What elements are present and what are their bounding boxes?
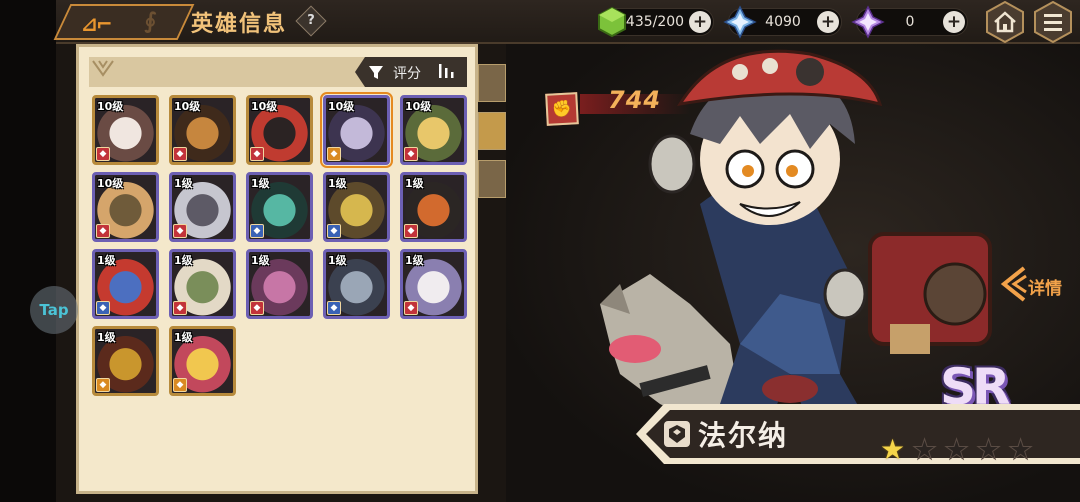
class-icon: ◆ — [404, 301, 418, 315]
hero-level: 10级 — [251, 100, 278, 113]
home-icon — [986, 0, 1024, 44]
resource-premium: 0 + — [851, 5, 968, 39]
class-icon: ◆ — [173, 147, 187, 161]
hero-level: 1级 — [251, 254, 270, 267]
menu-icon — [1034, 0, 1072, 44]
hero-card[interactable]: 10级 ◆ — [92, 95, 159, 165]
add-premium-button[interactable]: + — [943, 11, 965, 33]
hero-level: 1级 — [174, 177, 193, 190]
power-value: 744 — [608, 86, 662, 114]
blue-crystal-icon — [723, 5, 757, 39]
resource-stamina: 435/200 + — [598, 6, 714, 38]
class-icon: ◆ — [404, 147, 418, 161]
detail-arrow-icon — [1000, 266, 1027, 302]
fist-icon: ✊ — [545, 92, 579, 126]
resource-crystal: 4090 + — [723, 5, 842, 39]
side-tab-3[interactable] — [478, 160, 506, 198]
hero-level: 1级 — [405, 177, 424, 190]
class-icon: ◆ — [96, 224, 110, 238]
tap-overlay-button[interactable]: Tap — [30, 286, 78, 334]
hero-level: 10级 — [174, 100, 201, 113]
hero-level: 10级 — [97, 100, 124, 113]
side-tab-1[interactable] — [478, 64, 506, 102]
class-icon: ◆ — [250, 301, 264, 315]
back-button[interactable]: ⊿⌐ ∮ — [53, 4, 195, 40]
hero-card[interactable]: 1级 ◆ — [92, 326, 159, 396]
top-bar: ⊿⌐ ∮ 英雄信息 ? 435/200 + 4090 + 0 + — [53, 0, 1080, 44]
side-tab-2[interactable] — [478, 112, 506, 150]
class-icon: ◆ — [250, 147, 264, 161]
hero-card[interactable]: 1级 ◆ — [400, 172, 467, 242]
sort-bars-icon[interactable] — [437, 62, 455, 80]
game-screen: ⊿⌐ ∮ 英雄信息 ? 435/200 + 4090 + 0 + 评分 10级 … — [0, 0, 1080, 502]
purple-crystal-icon — [851, 5, 885, 39]
add-stamina-button[interactable]: + — [689, 11, 711, 33]
class-icon: ◆ — [96, 147, 110, 161]
class-icon: ◆ — [250, 224, 264, 238]
class-icon: ◆ — [173, 224, 187, 238]
menu-button[interactable] — [1032, 0, 1074, 44]
hero-card[interactable]: 10级 ◆ — [92, 172, 159, 242]
back-arrow-icon: ⊿⌐ — [81, 12, 111, 36]
sort-label: 评分 — [393, 66, 421, 82]
detail-button[interactable]: 详情 — [996, 262, 1072, 306]
hero-card[interactable]: 10级 ◆ — [169, 95, 236, 165]
hero-level: 1级 — [174, 254, 193, 267]
premium-value: 0 — [905, 14, 915, 30]
hero-card[interactable]: 1级 ◆ — [400, 249, 467, 319]
hero-card[interactable]: 1级 ◆ — [246, 172, 313, 242]
class-icon: ◆ — [96, 301, 110, 315]
class-icon: ◆ — [327, 147, 341, 161]
hero-card[interactable]: 1级 ◆ — [169, 172, 236, 242]
hero-level: 1级 — [251, 177, 270, 190]
hero-level: 10级 — [405, 100, 432, 113]
home-button[interactable] — [984, 0, 1026, 44]
hero-card[interactable]: 1级 ◆ — [92, 249, 159, 319]
page-title: 英雄信息 — [191, 12, 288, 37]
hero-card[interactable]: 10级 ◆ — [400, 95, 467, 165]
hero-level: 10级 — [97, 177, 124, 190]
hero-name: 法尔纳 — [698, 419, 789, 452]
hero-level: 1级 — [97, 331, 116, 344]
class-icon: ◆ — [173, 301, 187, 315]
panel-deco-icon — [92, 60, 114, 77]
class-icon: ◆ — [327, 224, 341, 238]
star-empty-icon: ★ — [943, 433, 970, 466]
hero-level: 1级 — [328, 254, 347, 267]
back-deco-icon: ∮ — [144, 9, 157, 34]
hero-card[interactable]: 1级 ◆ — [323, 172, 390, 242]
class-emblem-icon — [664, 421, 690, 447]
green-cube-icon — [598, 6, 626, 38]
class-icon: ◆ — [327, 301, 341, 315]
star-rating: ★ ★ ★ ★ ★ — [880, 433, 1040, 466]
hero-card[interactable]: 1级 ◆ — [169, 249, 236, 319]
hero-level: 1级 — [405, 254, 424, 267]
filter-icon[interactable] — [367, 63, 385, 81]
hero-level: 1级 — [97, 254, 116, 267]
star-empty-icon: ★ — [1007, 433, 1034, 466]
panel-header: 评分 — [89, 57, 467, 87]
hero-list-panel: 评分 10级 ◆ 10级 ◆ 10级 ◆ 10级 ◆ 10级 ◆ 10级 ◆ 1级 ◆ 1级 ◆ 1级 ◆ 1级 ◆ 1… — [76, 44, 478, 494]
class-icon: ◆ — [173, 378, 187, 392]
left-black-bar — [0, 0, 56, 502]
hero-card[interactable]: 10级 ◆ — [246, 95, 313, 165]
star-empty-icon: ★ — [911, 433, 938, 466]
hero-level: 10级 — [328, 100, 355, 113]
help-icon[interactable]: ? — [295, 5, 327, 37]
class-icon: ◆ — [96, 378, 110, 392]
sort-control[interactable]: 评分 — [355, 57, 467, 87]
star-empty-icon: ★ — [975, 433, 1002, 466]
hero-level: 1级 — [174, 331, 193, 344]
hero-card[interactable]: 1级 ◆ — [323, 249, 390, 319]
class-icon: ◆ — [404, 224, 418, 238]
star-filled-icon: ★ — [880, 433, 906, 466]
hero-card[interactable]: 10级 ◆ — [320, 92, 393, 168]
stamina-value: 435/200 — [625, 14, 685, 30]
hero-card[interactable]: 1级 ◆ — [246, 249, 313, 319]
hero-level: 1级 — [328, 177, 347, 190]
detail-label: 详情 — [1028, 279, 1062, 299]
add-crystal-button[interactable]: + — [817, 11, 839, 33]
crystal-value: 4090 — [765, 14, 801, 30]
hero-card[interactable]: 1级 ◆ — [169, 326, 236, 396]
